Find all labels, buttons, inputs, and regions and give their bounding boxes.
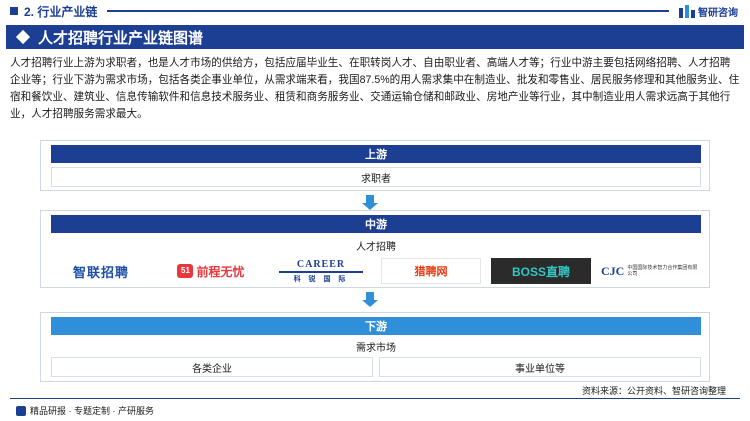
career-logo-cn: 科 锐 国 际 <box>293 275 349 283</box>
job51-logo: 51 前程无忧 <box>161 258 261 284</box>
brand-logo-text: 智研咨询 <box>698 7 738 19</box>
midstream-panel: 中游 人才招聘 智联招聘 51 前程无忧 CAREER 科 锐 国 际 猎聘网 … <box>40 210 710 288</box>
job51-text: 前程无忧 <box>196 264 245 279</box>
intro-paragraph: 人才招聘行业上游为求职者，也是人才市场的供给方，包括应届毕业生、在职转岗人才、自… <box>10 57 740 120</box>
source-note: 资料来源：公开资料、智研咨询整理 <box>581 386 726 396</box>
page-title: 人才招聘行业产业链图谱 <box>38 29 204 47</box>
cjc-logo-mark: CJC <box>601 263 625 278</box>
footer-tagline: 精品研报 · 专题定制 · 产研服务 <box>16 404 154 417</box>
upstream-header: 上游 <box>51 145 701 163</box>
company-logos: 智联招聘 51 前程无忧 CAREER 科 锐 国 际 猎聘网 BOSS直聘 C… <box>51 258 701 284</box>
section-title: 2. 行业产业链 <box>24 4 98 19</box>
footer: 资料来源：公开资料、智研咨询整理 精品研报 · 专题定制 · 产研服务 <box>0 386 750 421</box>
header-rule <box>107 10 669 12</box>
top-bar: 2. 行业产业链 智研咨询 <box>0 0 750 22</box>
downstream-item-institutions: 事业单位等 <box>379 357 701 377</box>
zhilian-logo: 智联招聘 <box>72 264 129 280</box>
downstream-header: 下游 <box>51 317 701 335</box>
brand-logo-icon <box>679 5 695 18</box>
career-logo-bar <box>279 270 363 273</box>
brand-logo: 智研咨询 <box>679 4 738 19</box>
liepin-logo: 猎聘网 <box>381 258 481 284</box>
job51-badge: 51 <box>177 264 194 278</box>
downstream-subtitle: 需求市场 <box>356 343 396 354</box>
career-logo-text: CAREER <box>296 258 346 270</box>
footer-tagline-text: 精品研报 · 专题定制 · 产研服务 <box>30 406 154 416</box>
footer-rule <box>10 398 740 399</box>
midstream-header: 中游 <box>51 215 701 233</box>
footer-logo-icon <box>16 405 26 416</box>
midstream-subtitle: 人才招聘 <box>356 242 396 253</box>
boss-logo: BOSS直聘 <box>491 258 591 284</box>
downstream-item-enterprises: 各类企业 <box>51 357 373 377</box>
downstream-panel: 下游 需求市场 各类企业 事业单位等 <box>40 312 710 382</box>
upstream-item-jobseekers: 求职者 <box>51 167 701 187</box>
upstream-panel: 上游 求职者 <box>40 140 710 191</box>
cjc-logo-name: 中国国际技术智力合作集团有限公司 <box>627 265 698 277</box>
career-international-logo: CAREER 科 锐 国 际 <box>271 258 371 284</box>
title-bar: 人才招聘行业产业链图谱 <box>6 25 744 49</box>
section-marker <box>10 7 18 15</box>
diamond-icon <box>15 29 31 45</box>
cjc-logo: CJC 中国国际技术智力合作集团有限公司 <box>601 258 701 284</box>
